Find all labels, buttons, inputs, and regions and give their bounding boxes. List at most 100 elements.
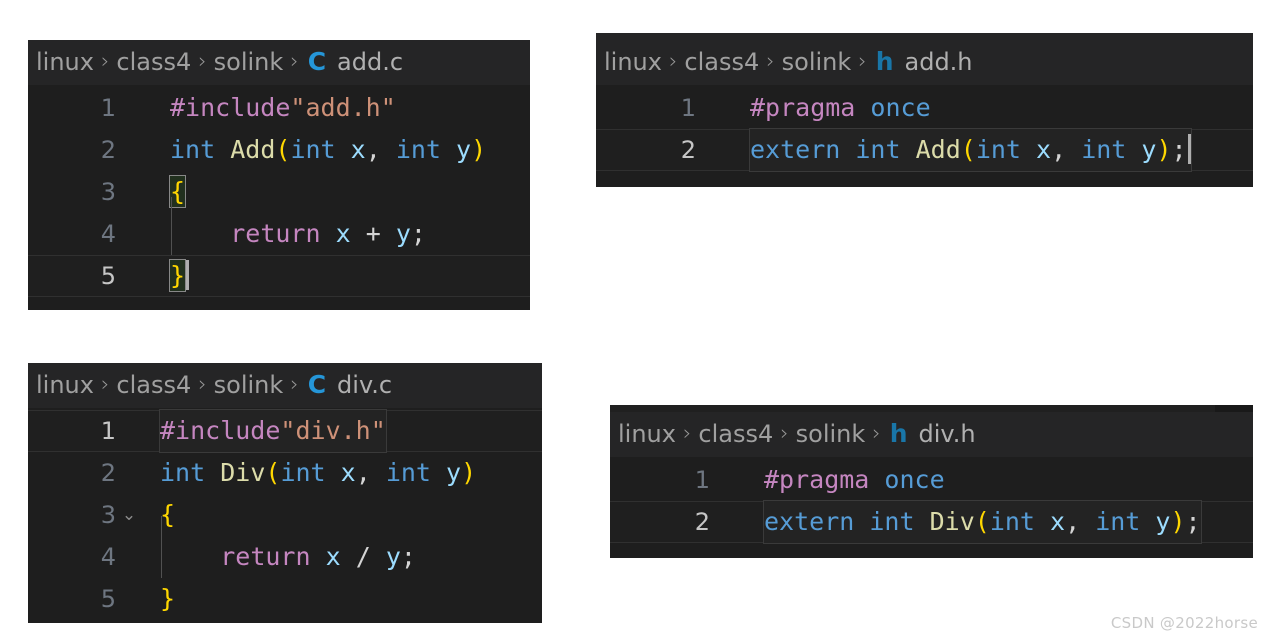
code-token: ( [275, 135, 291, 164]
code-line[interactable]: 3{ [28, 171, 530, 213]
c-file-icon: C [307, 370, 327, 399]
line-number: 2 [100, 459, 116, 487]
code-token: y [385, 542, 401, 571]
editor-panel-div-c[interactable]: linux › class4 › solink › Cdiv.c 1 #include"div.… [28, 363, 542, 623]
code-token: y [446, 458, 462, 487]
code-line[interactable]: 5} [28, 578, 542, 620]
breadcrumb-item-class4[interactable]: class4 [684, 50, 759, 74]
code-text: } [160, 578, 175, 620]
code-line[interactable]: 1 #include"div.h" [28, 409, 542, 453]
code-token: int [1081, 135, 1127, 164]
code-token: , [1065, 507, 1096, 536]
code-token: Add [915, 135, 961, 164]
bracket-match-token: } [168, 259, 187, 292]
code-token: ( [960, 135, 976, 164]
breadcrumb-item-class4[interactable]: class4 [116, 50, 191, 74]
breadcrumb-item-linux[interactable]: linux [618, 422, 676, 446]
code-line[interactable]: 2 int Div(int x, int y) [28, 452, 542, 494]
code-token: extern [764, 507, 855, 536]
code-text: { [160, 494, 175, 536]
indent-guide [171, 197, 172, 213]
code-text: #pragma once [750, 87, 931, 129]
breadcrumb-separator-icon: › [198, 49, 207, 73]
breadcrumb-item-linux[interactable]: linux [36, 373, 94, 397]
code-text: { [168, 171, 187, 213]
breadcrumb-item-solink[interactable]: solink [782, 50, 852, 74]
code-token: int [989, 507, 1035, 536]
code-line[interactable]: 2 extern int Add(int x, int y); [596, 128, 1253, 172]
line-number: 2 [694, 508, 710, 536]
breadcrumb-filename[interactable]: div.c [337, 373, 392, 397]
code-token: } [160, 584, 176, 613]
code-token: x [1036, 135, 1052, 164]
code-token: y [1155, 507, 1171, 536]
code-line[interactable]: 5} [28, 255, 530, 297]
code-token: + [350, 219, 396, 248]
code-token: #include [160, 416, 281, 445]
breadcrumb: linux › class4 › solink › h div.h [610, 412, 1253, 457]
code-token: #pragma [750, 93, 856, 122]
editor-tabstrip[interactable] [596, 33, 1253, 40]
breadcrumb-filename[interactable]: add.c [337, 50, 403, 74]
code-token: , [365, 135, 396, 164]
code-token: extern [750, 135, 841, 164]
code-token: int [170, 135, 216, 164]
editor-panel-add-h[interactable]: linux › class4 › solink › h add.h 1 #pragma once 2… [596, 33, 1253, 187]
code-line[interactable]: 2 int Add(int x, int y) [28, 129, 530, 171]
code-token: ) [471, 135, 487, 164]
breadcrumb-item-solink[interactable]: solink [214, 50, 284, 74]
breadcrumb-separator-icon: › [780, 421, 789, 445]
code-token: int [395, 135, 441, 164]
watermark-label: CSDN @2022horse [1110, 614, 1258, 632]
code-line[interactable]: 1 #pragma once [596, 87, 1253, 129]
code-token: ) [1170, 507, 1186, 536]
code-area[interactable]: 1 #pragma once 2 extern int Add(int x, int … [596, 85, 1253, 172]
chevron-down-icon[interactable]: ⌄ [116, 494, 142, 536]
editor-panel-div-h[interactable]: linux › class4 › solink › h div.h 1 #pragma once 2… [610, 405, 1253, 558]
editor-tabstrip[interactable] [610, 405, 1253, 412]
code-token: x [335, 219, 351, 248]
code-line[interactable]: 2 extern int Div(int x, int y); [610, 500, 1253, 544]
code-area[interactable]: 1 #include"add.h" 2 int Add(int x, int y) 3{… [28, 85, 530, 297]
breadcrumb: linux › class4 › solink › Cdiv.c [28, 363, 542, 408]
breadcrumb-item-solink[interactable]: solink [796, 422, 866, 446]
breadcrumb-separator-icon: › [872, 421, 881, 445]
code-line[interactable]: 3 ⌄ { [28, 494, 542, 536]
code-area[interactable]: 1 #pragma once 2 extern int Div(int x, int … [610, 457, 1253, 544]
breadcrumb-separator-icon: › [100, 372, 110, 396]
breadcrumb-item-linux[interactable]: linux [36, 50, 94, 74]
code-token: int [975, 135, 1021, 164]
line-number: 3 [100, 501, 116, 529]
breadcrumb-item-class4[interactable]: class4 [116, 373, 191, 397]
code-token: { [160, 500, 176, 529]
code-token: once [884, 465, 945, 494]
tab-divider [610, 405, 1215, 412]
code-area[interactable]: 1 #include"div.h" 2 int Div(int x, int y) 3 ⌄… [28, 408, 542, 620]
code-line[interactable]: 1 #pragma once [610, 459, 1253, 501]
code-token: int [160, 458, 206, 487]
code-line[interactable]: 4 return x + y; [28, 213, 530, 255]
breadcrumb-item-solink[interactable]: solink [214, 373, 284, 397]
code-token: return [220, 542, 311, 571]
code-line[interactable]: 4 return x / y; [28, 536, 542, 578]
code-line[interactable]: 1 #include"add.h" [28, 87, 530, 129]
code-token: "add.h" [290, 93, 396, 122]
editor-panel-add-c[interactable]: linux › class4 › solink › Cadd.c 1 #include"add.… [28, 40, 530, 310]
breadcrumb-filename[interactable]: div.h [919, 422, 976, 446]
code-token: #pragma [764, 465, 870, 494]
code-token: int [385, 458, 431, 487]
code-token: int [280, 458, 326, 487]
breadcrumb-item-linux[interactable]: linux [604, 50, 662, 74]
h-file-icon: h [889, 419, 908, 448]
code-token: int [855, 135, 901, 164]
breadcrumb-item-class4[interactable]: class4 [698, 422, 773, 446]
code-token: Div [929, 507, 975, 536]
breadcrumb-separator-icon: › [682, 421, 692, 445]
code-text: extern int Add(int x, int y); [749, 128, 1192, 172]
breadcrumb-filename[interactable]: add.h [905, 50, 973, 74]
